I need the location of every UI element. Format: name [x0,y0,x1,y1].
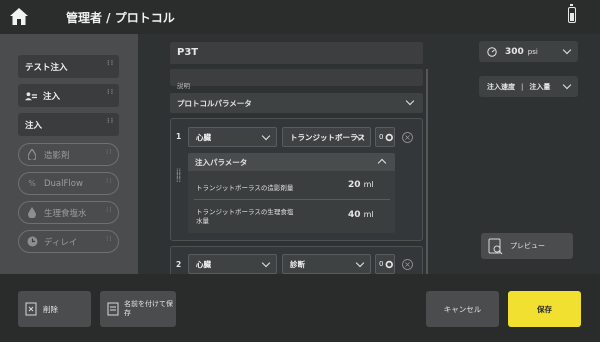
drag-handle-icon[interactable]: ⁞⁞ [106,236,111,246]
chevron-down-icon [562,45,572,55]
save-as-button[interactable]: 名前を付けて保存 [100,291,176,327]
sidebar-item-label: 注入 [25,120,43,131]
phase-number: 2 [176,260,182,269]
home-icon[interactable] [9,7,29,26]
drag-handle-icon[interactable]: ⁞⁞ ⁞⁞ ⁞⁞ [176,168,182,184]
param-label: トランジットボーラスの生理食塩水量 [196,208,294,225]
phase-type-dropdown[interactable]: 心臓 [188,127,277,147]
protocol-params-dropdown[interactable]: プロトコルパラメータ [170,93,423,113]
save-button[interactable]: 保存 [508,291,581,327]
description-input[interactable]: 説明 [170,69,423,90]
sidebar-item-label: DualFlow [44,178,83,189]
sidebar-item-injection[interactable]: 注入 ⁞⁞ [18,113,119,136]
cancel-button[interactable]: キャンセル [426,291,499,327]
sidebar-item-label: 注入 [43,91,61,102]
protocol-name-input[interactable]: P3T [170,42,423,64]
delete-button[interactable]: 削除 [18,291,91,327]
preview-icon [488,238,503,254]
saline-drop-icon [26,207,38,219]
drag-handle-icon[interactable]: ⁞⁞ [106,178,111,188]
sidebar-item-label: テスト注入 [25,62,68,73]
pressure-limit-dropdown[interactable]: 300 psi [479,41,578,62]
save-as-icon [107,302,119,316]
remove-phase-icon[interactable]: × [402,259,413,270]
battery-icon [568,4,576,23]
param-label: トランジットボーラスの造影剤量 [196,184,294,192]
sidebar-item-label: 生理食塩水 [44,208,87,219]
rate-volume-dropdown[interactable]: 注入速度 | 注入量 [479,76,578,97]
dualflow-icon: % [28,179,36,188]
sidebar-item-test-injection[interactable]: テスト注入 ⁞⁞ [18,55,119,78]
phase-count-stepper[interactable]: 0 [375,254,395,274]
scrollbar[interactable] [426,69,428,274]
injection-params-header[interactable]: 注入パラメータ [188,153,395,171]
param-value[interactable]: 20 ml [348,180,374,190]
gear-icon [386,260,394,268]
page-title: 管理者 / プロトコル [66,11,175,25]
param-value[interactable]: 40 ml [348,210,374,220]
sidebar-item-label: ディレイ [44,237,78,248]
gauge-icon [487,46,497,57]
drag-handle-icon[interactable]: ⁞⁞ [107,89,113,99]
chevron-down-icon [562,80,572,90]
contrast-drop-icon [26,149,38,161]
clock-icon [26,236,38,248]
phase-number: 1 [176,132,182,141]
drag-handle-icon[interactable]: ⁞⁞ [107,118,113,128]
phase-count-stepper[interactable]: 0 [375,127,395,147]
patient-icon [25,90,37,102]
drag-handle-icon[interactable]: ⁞⁞ [106,207,111,217]
chevron-down-icon [261,131,271,141]
remove-phase-icon[interactable]: × [402,132,413,143]
sidebar-item-injection-patient[interactable]: 注入 ⁞⁞ [18,84,119,107]
sidebar-item-saline[interactable]: 生理食塩水 ⁞⁞ [18,201,119,224]
preview-button[interactable]: プレビュー [481,233,573,259]
gear-icon [386,133,394,141]
sidebar-item-contrast[interactable]: 造影剤 ⁞⁞ [18,143,119,166]
drag-handle-icon[interactable]: ⁞⁞ [106,149,111,159]
chevron-up-icon [377,158,387,168]
chevron-down-icon [355,258,365,268]
chevron-down-icon [405,96,415,106]
phase-type-dropdown[interactable]: 心臓 [188,254,277,274]
sidebar-item-delay[interactable]: ディレイ ⁞⁞ [18,230,119,253]
divider [194,199,390,200]
sidebar-item-dualflow[interactable]: % DualFlow ⁞⁞ [18,172,119,195]
drag-handle-icon[interactable]: ⁞⁞ [107,60,113,70]
phase-subtype-dropdown[interactable]: トランジットボーラス [282,127,371,147]
phase-subtype-dropdown[interactable]: 診断 [282,254,371,274]
delete-icon [25,302,37,316]
chevron-down-icon [261,258,271,268]
sidebar-item-label: 造影剤 [44,150,70,161]
